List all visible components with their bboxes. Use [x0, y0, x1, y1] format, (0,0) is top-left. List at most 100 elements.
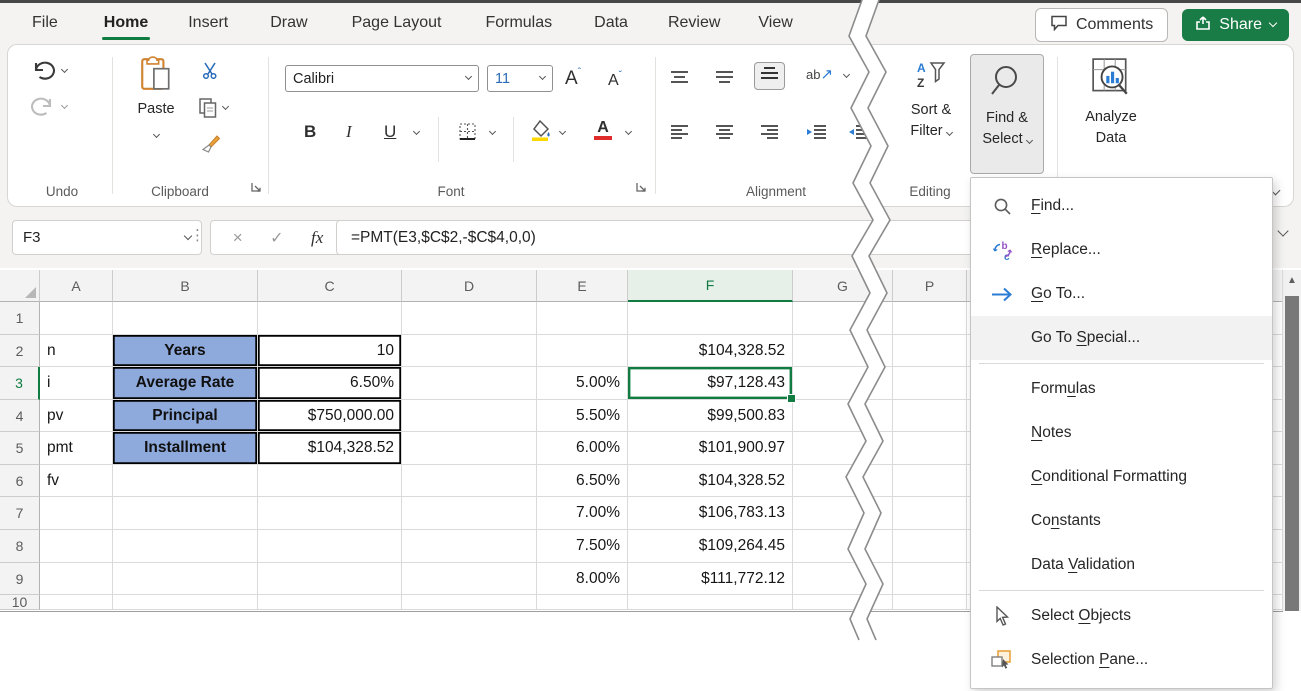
copy-dropdown-chevron-icon[interactable] [222, 102, 229, 109]
fill-color-dropdown-chevron-icon[interactable] [559, 128, 566, 135]
tab-file[interactable]: File [18, 4, 72, 42]
column-header-C[interactable]: C [258, 270, 402, 302]
cell-C8[interactable] [258, 530, 402, 563]
cell-G8[interactable] [793, 530, 893, 563]
formula-bar-grip[interactable]: ⋮ [190, 226, 205, 244]
select-all-corner[interactable] [0, 270, 40, 302]
column-header-P[interactable]: P [893, 270, 967, 302]
row-header-3[interactable]: 3 [0, 367, 40, 400]
cell-G4[interactable] [793, 400, 893, 432]
cell-B6[interactable] [113, 465, 258, 497]
cell-F10[interactable] [628, 595, 793, 610]
cell-P2[interactable] [893, 335, 967, 367]
cell-A10[interactable] [40, 595, 113, 610]
cell-B9[interactable] [113, 563, 258, 595]
cell-B2[interactable]: Years [113, 335, 258, 367]
cell-A9[interactable] [40, 563, 113, 595]
paste-button[interactable]: Paste [125, 56, 187, 142]
cell-D4[interactable] [402, 400, 537, 432]
cell-A6[interactable]: fv [40, 465, 113, 497]
middle-align-button[interactable] [716, 71, 733, 89]
share-dropdown-chevron-icon[interactable] [1269, 19, 1277, 27]
tab-home[interactable]: Home [90, 4, 162, 42]
find-select-button[interactable]: Find &Select [970, 54, 1044, 174]
cell-C4[interactable]: $750,000.00 [258, 400, 402, 432]
cell-B1[interactable] [113, 302, 258, 335]
cell-P6[interactable] [893, 465, 967, 497]
column-header-E[interactable]: E [537, 270, 628, 302]
row-header-6[interactable]: 6 [0, 465, 40, 497]
font-color-dropdown-chevron-icon[interactable] [625, 128, 632, 135]
menu-item-select-objects[interactable]: Select Objects [971, 594, 1272, 638]
cell-G6[interactable] [793, 465, 893, 497]
cell-P3[interactable] [893, 367, 967, 400]
cell-A8[interactable] [40, 530, 113, 563]
cell-C5[interactable]: $104,328.52 [258, 432, 402, 465]
font-dialog-launcher[interactable] [636, 180, 647, 198]
cell-C1[interactable] [258, 302, 402, 335]
cell-A3[interactable]: i [40, 367, 113, 400]
column-header-B[interactable]: B [113, 270, 258, 302]
confirm-entry-button[interactable]: ✓ [270, 228, 283, 248]
cell-P7[interactable] [893, 497, 967, 530]
row-header-5[interactable]: 5 [0, 432, 40, 465]
increase-indent-button[interactable] [848, 125, 869, 144]
cell-D5[interactable] [402, 432, 537, 465]
cell-P9[interactable] [893, 563, 967, 595]
cell-P8[interactable] [893, 530, 967, 563]
row-header-2[interactable]: 2 [0, 335, 40, 367]
clipboard-dialog-launcher[interactable] [251, 180, 262, 198]
cell-E4[interactable]: 5.50% [537, 400, 628, 432]
fill-color-button[interactable] [530, 119, 552, 146]
cell-F4[interactable]: $99,500.83 [628, 400, 793, 432]
font-color-button[interactable]: A [594, 120, 612, 140]
cell-E7[interactable]: 7.00% [537, 497, 628, 530]
format-painter-button[interactable] [201, 133, 221, 153]
cell-E5[interactable]: 6.00% [537, 432, 628, 465]
copy-button[interactable] [198, 97, 228, 119]
cell-D10[interactable] [402, 595, 537, 610]
align-left-button[interactable] [671, 125, 688, 144]
cell-B7[interactable] [113, 497, 258, 530]
cell-P1[interactable] [893, 302, 967, 335]
cell-G7[interactable] [793, 497, 893, 530]
cell-G3[interactable] [793, 367, 893, 400]
column-header-D[interactable]: D [402, 270, 537, 302]
redo-button[interactable] [30, 95, 67, 119]
tab-view[interactable]: View [744, 4, 806, 42]
menu-item-go-to[interactable]: Go To... [971, 272, 1272, 316]
row-header-10[interactable]: 10 [0, 595, 40, 610]
cell-D8[interactable] [402, 530, 537, 563]
cell-P4[interactable] [893, 400, 967, 432]
cell-D6[interactable] [402, 465, 537, 497]
cell-E9[interactable]: 8.00% [537, 563, 628, 595]
cell-G10[interactable] [793, 595, 893, 610]
cell-G9[interactable] [793, 563, 893, 595]
cell-E3[interactable]: 5.00% [537, 367, 628, 400]
font-size-combobox[interactable]: 11 [487, 65, 553, 92]
row-header-8[interactable]: 8 [0, 530, 40, 563]
cell-C3[interactable]: 6.50% [258, 367, 402, 400]
undo-button[interactable] [30, 59, 67, 83]
menu-item-formulas[interactable]: Formulas [971, 367, 1272, 411]
cell-C2[interactable]: 10 [258, 335, 402, 367]
cell-A4[interactable]: pv [40, 400, 113, 432]
row-header-7[interactable]: 7 [0, 497, 40, 530]
cell-B4[interactable]: Principal [113, 400, 258, 432]
menu-item-find[interactable]: Find... [971, 184, 1272, 228]
cell-A7[interactable] [40, 497, 113, 530]
orientation-dropdown-chevron-icon[interactable] [843, 71, 850, 78]
menu-item-constants[interactable]: Constants [971, 499, 1272, 543]
cell-E8[interactable]: 7.50% [537, 530, 628, 563]
top-align-button[interactable] [671, 71, 688, 89]
cell-C7[interactable] [258, 497, 402, 530]
cell-E10[interactable] [537, 595, 628, 610]
shrink-font-button[interactable]: Aˇ [608, 70, 622, 90]
cell-G2[interactable] [793, 335, 893, 367]
cell-G5[interactable] [793, 432, 893, 465]
cell-E2[interactable] [537, 335, 628, 367]
cell-C9[interactable] [258, 563, 402, 595]
cell-G1[interactable] [793, 302, 893, 335]
menu-item-data-validation[interactable]: Data Validation [971, 543, 1272, 587]
cell-A2[interactable]: n [40, 335, 113, 367]
